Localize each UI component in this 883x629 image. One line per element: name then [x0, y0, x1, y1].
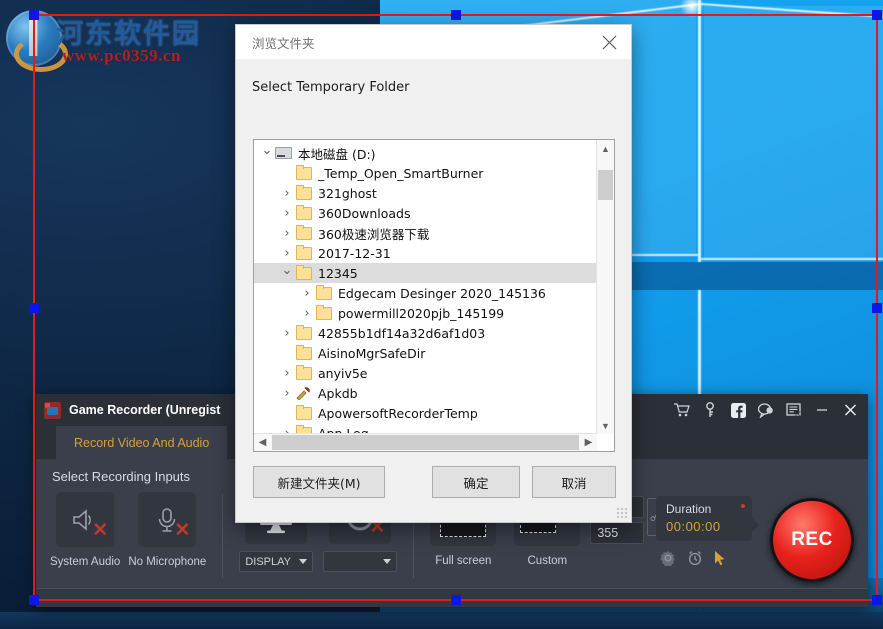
folder-icon: [294, 367, 313, 380]
tree-item[interactable]: 321ghost: [254, 183, 597, 203]
tree-item[interactable]: AisinoMgrSafeDir: [254, 343, 597, 363]
dialog-titlebar[interactable]: 浏览文件夹: [236, 25, 631, 60]
tree-item-label: 2017-12-31: [313, 246, 391, 261]
folder-icon: [294, 207, 313, 220]
tree-item[interactable]: 42855b1df14a32d6af1d03: [254, 323, 597, 343]
tree-item-label: anyiv5e: [313, 366, 368, 381]
folder-icon: [294, 167, 313, 180]
scroll-left-icon[interactable]: ◀: [254, 434, 271, 451]
resize-handle-bottom-right[interactable]: [872, 595, 882, 605]
folder-icon: [294, 267, 313, 280]
tree-item-label: Edgecam Desinger 2020_145136: [333, 286, 546, 301]
folder-icon: [314, 307, 333, 320]
tree-item-label: ApowersoftRecorderTemp: [313, 406, 478, 421]
resize-grip[interactable]: [616, 507, 628, 519]
tree-item[interactable]: _Temp_Open_SmartBurner: [254, 163, 597, 183]
drive-icon: [274, 147, 293, 159]
folder-icon: [294, 407, 313, 420]
tree-item[interactable]: Edgecam Desinger 2020_145136: [254, 283, 597, 303]
tree-item-label: 本地磁盘 (D:): [293, 144, 376, 163]
tree-item-label: AisinoMgrSafeDir: [313, 346, 425, 361]
tree-item[interactable]: 12345: [254, 263, 597, 283]
tree-item[interactable]: Apkdb: [254, 383, 597, 403]
cancel-button[interactable]: 取消: [532, 466, 616, 498]
folder-icon: [314, 287, 333, 300]
resize-handle-right[interactable]: [872, 303, 882, 313]
folder-icon: [294, 347, 313, 360]
horizontal-scrollbar[interactable]: ◀ ▶: [254, 433, 597, 451]
tree-item-label: Apkdb: [313, 386, 358, 401]
resize-handle-left[interactable]: [29, 303, 39, 313]
chevron-right-icon[interactable]: [300, 287, 314, 300]
chevron-right-icon[interactable]: [280, 207, 294, 220]
tree-item-label: 360极速浏览器下载: [313, 224, 429, 243]
tree-item-label: 360Downloads: [313, 206, 411, 221]
chevron-right-icon[interactable]: [280, 227, 294, 240]
dialog-title: 浏览文件夹: [236, 33, 315, 52]
folder-tree-panel: 本地磁盘 (D:) _Temp_Open_SmartBurner 321ghost 3…: [253, 139, 615, 452]
tree-item-label: powermill2020pjb_145199: [333, 306, 504, 321]
folder-icon: [294, 327, 313, 340]
folder-icon: [294, 227, 313, 240]
tree-item-label: 42855b1df14a32d6af1d03: [313, 326, 485, 341]
horizontal-scroll-thumb[interactable]: [272, 435, 579, 450]
tree-item[interactable]: 2017-12-31: [254, 243, 597, 263]
resize-handle-bottom-left[interactable]: [29, 595, 39, 605]
chevron-right-icon[interactable]: [280, 247, 294, 260]
ok-button[interactable]: 确定: [432, 466, 520, 498]
tree-item[interactable]: powermill2020pjb_145199: [254, 303, 597, 323]
folder-icon: [294, 187, 313, 200]
tree-item-label: 12345: [313, 266, 358, 281]
dialog-prompt: Select Temporary Folder: [236, 60, 631, 95]
chevron-right-icon[interactable]: [280, 187, 294, 200]
vertical-scrollbar[interactable]: ▲ ▼: [596, 140, 614, 434]
folder-icon: [294, 247, 313, 260]
scroll-down-icon[interactable]: ▼: [597, 417, 614, 434]
new-folder-button[interactable]: 新建文件夹(M): [253, 466, 385, 498]
tree-item[interactable]: anyiv5e: [254, 363, 597, 383]
vertical-scroll-thumb[interactable]: [598, 170, 613, 200]
tree-item[interactable]: ApowersoftRecorderTemp: [254, 403, 597, 423]
chevron-right-icon[interactable]: [280, 387, 294, 400]
scroll-right-icon[interactable]: ▶: [580, 434, 597, 451]
scroll-up-icon[interactable]: ▲: [597, 140, 614, 157]
apkdb-icon: [294, 387, 313, 400]
tree-item[interactable]: 本地磁盘 (D:): [254, 143, 597, 163]
resize-handle-top-right[interactable]: [872, 10, 882, 20]
tree-item-label: 321ghost: [313, 186, 377, 201]
close-icon[interactable]: [587, 25, 631, 59]
chevron-down-icon[interactable]: [280, 267, 294, 280]
chevron-right-icon[interactable]: [280, 327, 294, 340]
tree-item[interactable]: 360Downloads: [254, 203, 597, 223]
resize-handle-bottom[interactable]: [451, 595, 461, 605]
chevron-down-icon[interactable]: [260, 147, 274, 160]
folder-tree[interactable]: 本地磁盘 (D:) _Temp_Open_SmartBurner 321ghost 3…: [254, 140, 597, 434]
browse-folder-dialog: 浏览文件夹 Select Temporary Folder 本地磁盘 (D:) _…: [235, 24, 632, 523]
tree-item-label: _Temp_Open_SmartBurner: [313, 166, 483, 181]
resize-handle-top[interactable]: [451, 10, 461, 20]
tree-item[interactable]: 360极速浏览器下载: [254, 223, 597, 243]
resize-handle-top-left[interactable]: [29, 10, 39, 20]
dialog-button-row: 新建文件夹(M) 确定 取消: [236, 466, 631, 496]
chevron-right-icon[interactable]: [280, 367, 294, 380]
chevron-right-icon[interactable]: [300, 307, 314, 320]
